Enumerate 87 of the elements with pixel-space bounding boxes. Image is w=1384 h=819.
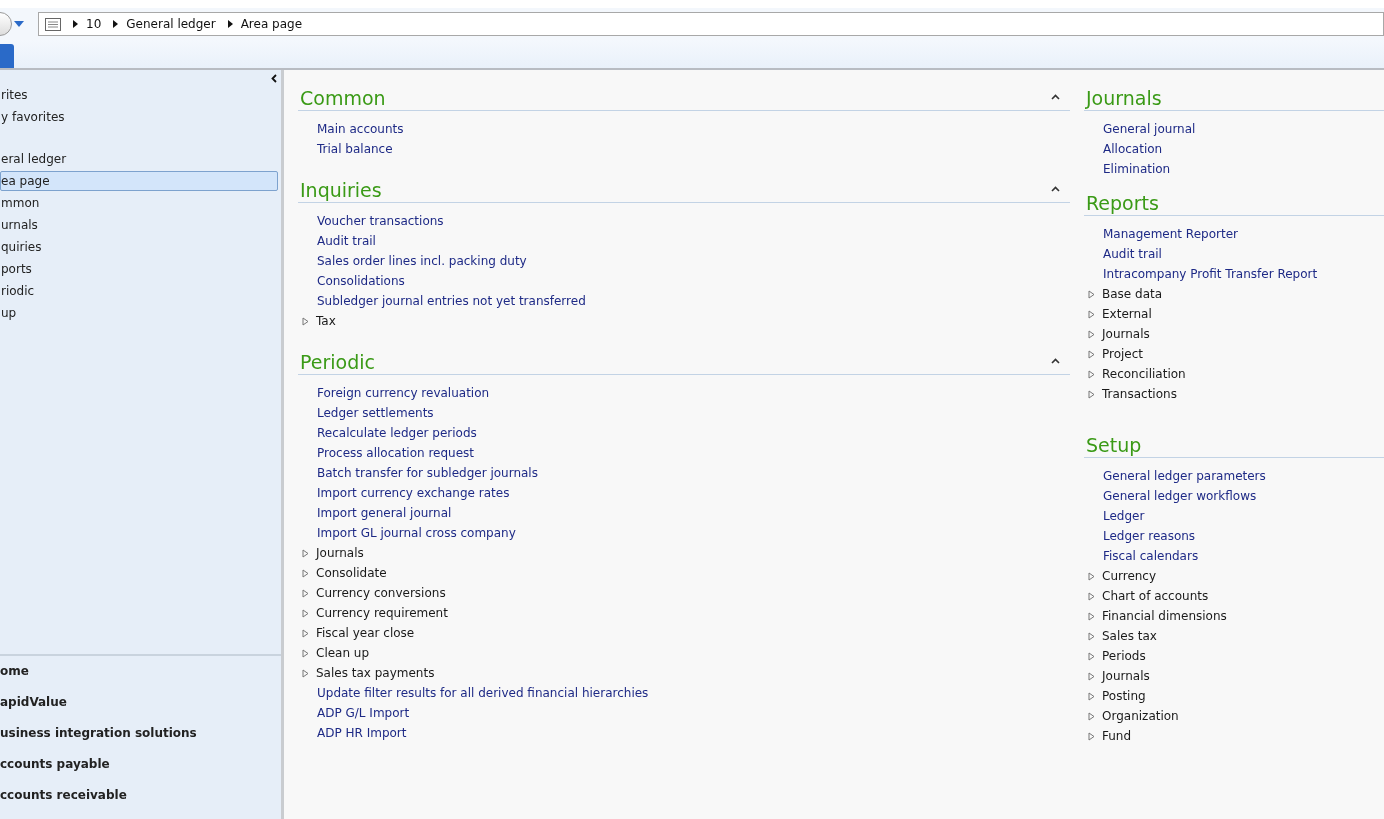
menu-group[interactable]: Currency (1102, 569, 1157, 583)
menu-group[interactable]: Fund (1102, 729, 1132, 743)
nav-item[interactable]: riodic (0, 281, 278, 301)
menu-link[interactable]: Subledger journal entries not yet transferred (317, 294, 586, 308)
menu-group[interactable]: External (1102, 307, 1152, 321)
module-button[interactable]: ccounts receivable (0, 788, 281, 819)
menu-link[interactable]: Main accounts (317, 122, 404, 136)
menu-link[interactable]: Ledger reasons (1103, 529, 1196, 543)
breadcrumb-arrow-icon[interactable] (227, 20, 233, 28)
menu-link[interactable]: Ledger settlements (317, 406, 434, 420)
nav-item[interactable]: eral ledger (0, 149, 278, 169)
menu-link[interactable]: General ledger workflows (1103, 489, 1257, 503)
menu-link[interactable]: Audit trail (317, 234, 376, 248)
module-button[interactable]: apidValue (0, 695, 281, 726)
menu-group[interactable]: Base data (1102, 287, 1163, 301)
menu-link[interactable]: Import GL journal cross company (317, 526, 516, 540)
nav-item[interactable]: urnals (0, 215, 278, 235)
menu-group[interactable]: Organization (1102, 709, 1179, 723)
menu-link[interactable]: General ledger parameters (1103, 469, 1266, 483)
collapse-icon[interactable] (1051, 358, 1060, 364)
nav-item[interactable]: quiries (0, 237, 278, 257)
menu-link[interactable]: Voucher transactions (317, 214, 444, 228)
menu-link[interactable]: Batch transfer for subledger journals (317, 466, 538, 480)
section-heading: Common (299, 86, 387, 110)
menu-group[interactable]: Periods (1102, 649, 1146, 663)
menu-link[interactable]: Import currency exchange rates (317, 486, 510, 500)
collapse-icon[interactable] (1051, 94, 1060, 100)
menu-group[interactable]: Sales tax (1102, 629, 1157, 643)
menu-group[interactable]: Fiscal year close (316, 626, 415, 640)
menu-link[interactable]: Elimination (1103, 162, 1171, 176)
section-heading: Setup (1085, 433, 1143, 457)
module-button[interactable]: usiness integration solutions (0, 726, 281, 757)
breadcrumb-arrow-icon[interactable] (73, 20, 78, 28)
nav-item[interactable]: y favorites (0, 107, 278, 127)
menu-group[interactable]: Tax (316, 314, 336, 328)
menu-group[interactable]: Financial dimensions (1102, 609, 1227, 623)
section-heading: Journals (1084, 86, 1163, 110)
nav-item[interactable]: up (0, 303, 278, 323)
menu-link[interactable]: ADP G/L Import (317, 706, 410, 720)
menu-link[interactable]: Sales order lines incl. packing duty (317, 254, 527, 268)
address-bar[interactable]: 10 General ledger Area page (38, 12, 1384, 36)
nav-item[interactable]: ea page (0, 171, 278, 191)
menu-link[interactable]: Allocation (1103, 142, 1163, 156)
module-button[interactable]: ome (0, 664, 281, 695)
nav-item[interactable]: rites (0, 85, 278, 105)
menu-link[interactable]: Trial balance (317, 142, 393, 156)
breadcrumb-item[interactable]: General ledger (126, 17, 216, 31)
menu-group[interactable]: Reconciliation (1102, 367, 1186, 381)
menu-link[interactable]: Ledger (1103, 509, 1145, 523)
breadcrumb-item[interactable]: 10 (86, 17, 102, 31)
menu-group[interactable]: Transactions (1102, 387, 1177, 401)
menu-group[interactable]: Currency conversions (316, 586, 446, 600)
collapse-pane-icon[interactable] (271, 74, 277, 83)
section-heading: Reports (1085, 191, 1160, 215)
nav-item[interactable]: mmon (0, 193, 278, 213)
menu-group[interactable]: Project (1102, 347, 1144, 361)
menu-link[interactable]: General journal (1103, 122, 1196, 136)
menu-group[interactable]: Posting (1102, 689, 1146, 703)
menu-group[interactable]: Currency requirement (316, 606, 448, 620)
collapse-icon[interactable] (1051, 186, 1060, 192)
menu-link[interactable]: Consolidations (317, 274, 405, 288)
menu-group[interactable]: Journals (1102, 327, 1150, 341)
menu-link[interactable]: Fiscal calendars (1103, 549, 1199, 563)
menu-link[interactable]: Process allocation request (317, 446, 475, 460)
menu-link[interactable]: ADP HR Import (317, 726, 407, 740)
menu-link[interactable]: Update filter results for all derived financial hierarchies (317, 686, 649, 700)
menu-link[interactable]: Intracompany Profit Transfer Report (1103, 267, 1318, 281)
breadcrumb-arrow-icon[interactable] (113, 20, 119, 28)
menu-link[interactable]: Foreign currency revaluation (317, 386, 490, 400)
dropdown-icon[interactable] (14, 20, 24, 28)
section-heading: Inquiries (299, 178, 383, 202)
breadcrumb-item[interactable]: Area page (240, 17, 303, 31)
module-button[interactable]: ccounts payable (0, 757, 281, 788)
menu-group[interactable]: Sales tax payments (316, 666, 435, 680)
menu-group[interactable]: Chart of accounts (1102, 589, 1209, 603)
menu-group[interactable]: Journals (1102, 669, 1150, 683)
list-icon (45, 17, 61, 31)
expand-arrow-icon[interactable] (302, 316, 309, 326)
nav-item[interactable]: ports (0, 259, 278, 279)
menu-group[interactable]: Journals (316, 546, 364, 560)
section-heading: Periodic (299, 350, 376, 374)
menu-link[interactable]: Import general journal (317, 506, 452, 520)
menu-link[interactable]: Management Reporter (1103, 227, 1238, 241)
menu-link[interactable]: Recalculate ledger periods (317, 426, 477, 440)
menu-group[interactable]: Clean up (316, 646, 370, 660)
menu-group[interactable]: Consolidate (316, 566, 387, 580)
menu-link[interactable]: Audit trail (1103, 247, 1162, 261)
